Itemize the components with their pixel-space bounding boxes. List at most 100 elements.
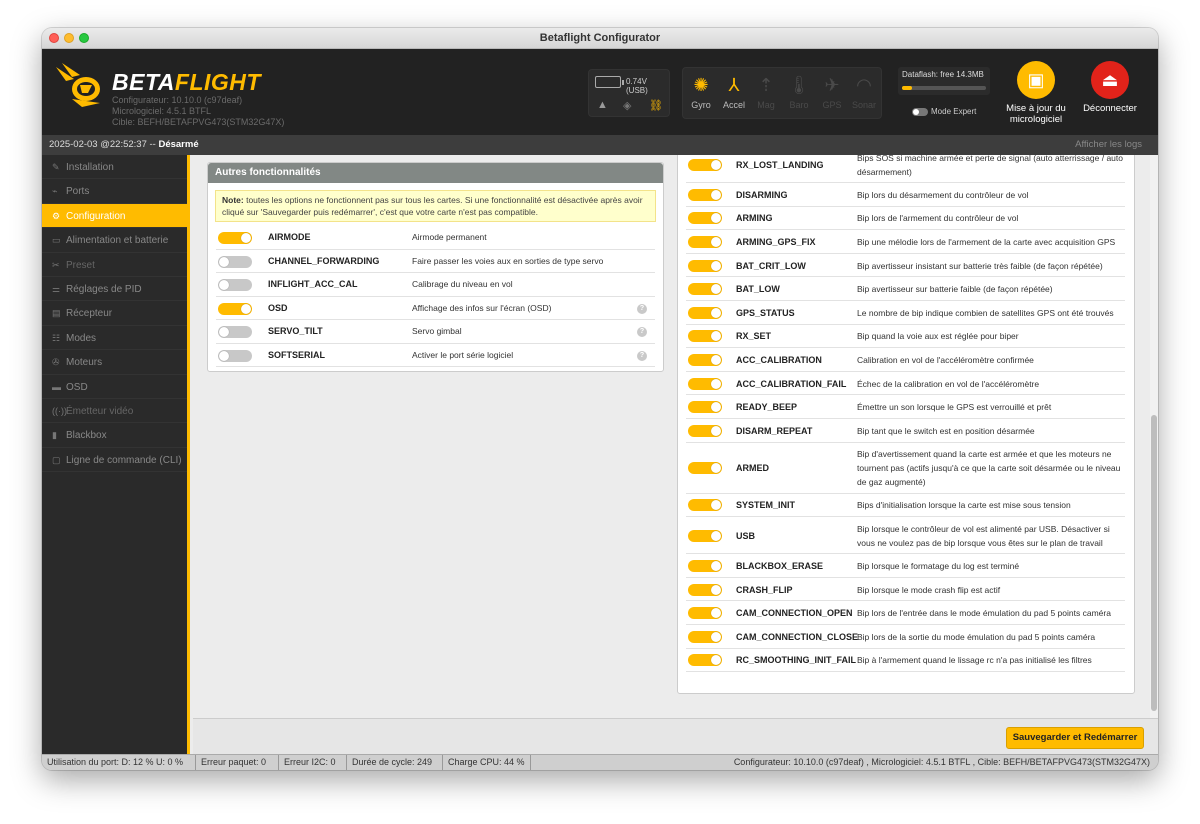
minimize-window-button[interactable]: [64, 33, 74, 43]
beeper-toggle[interactable]: [688, 283, 722, 296]
beeper-toggle[interactable]: [688, 212, 722, 225]
expert-mode-toggle[interactable]: Mode Expert: [912, 107, 976, 116]
firmware-update-button[interactable]: ▣ Mise à jour du micrologiciel: [996, 61, 1076, 125]
feature-toggle[interactable]: [218, 279, 252, 291]
beeper-row-acc-calibration-fail: ACC_CALIBRATION_FAIL Échec de la calibrat…: [686, 372, 1125, 396]
beeper-description: Bip à l'armement quand le lissage rc n'a…: [857, 655, 1092, 666]
beeper-row-system-init: SYSTEM_INIT Bips d'initialisation lorsque…: [686, 494, 1125, 518]
sidebar-item-power[interactable]: ▭ Alimentation et batterie: [42, 228, 187, 253]
beeper-toggle[interactable]: [688, 462, 722, 475]
beeper-row-acc-calibration: ACC_CALIBRATION Calibration en vol de l'a…: [686, 348, 1125, 372]
beeper-description: Bip lors de l'entrée dans le mode émulat…: [857, 608, 1111, 619]
beeper-row-crash-flip: CRASH_FLIP Bip lorsque le mode crash flip…: [686, 578, 1125, 602]
beeper-toggle[interactable]: [688, 158, 722, 171]
feature-toggle[interactable]: [218, 349, 252, 362]
disconnect-button[interactable]: ⏏ Déconnecter: [1070, 61, 1150, 114]
beeper-toggle[interactable]: [688, 529, 722, 542]
version-summary: Configurateur: 10.10.0 (c97deaf) , Micro…: [733, 757, 1150, 767]
zoom-window-button[interactable]: [79, 33, 89, 43]
sidebar-item-osd[interactable]: ▬ OSD: [42, 375, 187, 399]
sidebar-item-preset[interactable]: ✂ Preset: [42, 253, 187, 277]
beeper-name: DISARMING: [736, 189, 788, 200]
beeper-row-bat-crit-low: BAT_CRIT_LOW Bip avertisseur insistant su…: [686, 254, 1125, 278]
feature-row-softserial: SOFTSERIAL Activer le port série logiciel…: [216, 344, 655, 367]
sidebar-item-installation[interactable]: ✎ Installation: [42, 155, 187, 180]
beeper-toggle[interactable]: [688, 330, 722, 343]
expert-mode-switch[interactable]: [912, 107, 928, 116]
sidebar-item-receiver[interactable]: ▤ Récepteur: [42, 301, 187, 326]
feature-name: OSD: [268, 302, 288, 313]
beeper-description: Calibration en vol de l'accéléromètre co…: [857, 354, 1034, 365]
beeper-toggle[interactable]: [688, 259, 722, 272]
beeper-toggle[interactable]: [688, 353, 722, 366]
feature-name: SOFTSERIAL: [268, 349, 326, 360]
beeper-toggle[interactable]: [688, 583, 722, 596]
sidebar-item-configuration[interactable]: ⚙ Configuration: [42, 203, 187, 229]
gyro-sensor: ✺ Gyro: [685, 72, 717, 110]
feature-name: INFLIGHT_ACC_CAL: [268, 279, 358, 289]
beeper-toggle[interactable]: [688, 654, 722, 667]
beeper-row-disarming: DISARMING Bip lors du désarmement du cont…: [686, 183, 1125, 207]
window-title: Betaflight Configurator: [539, 32, 661, 44]
beeper-toggle[interactable]: [688, 235, 722, 248]
sidebar-item-ports[interactable]: ⌁ Ports: [42, 179, 187, 204]
beeper-toggle[interactable]: [688, 377, 722, 390]
beeper-row-rx-set: RX_SET Bip quand la voie aux est réglée p…: [686, 325, 1125, 349]
battery-icon: [595, 76, 624, 88]
configuration-content: Autres fonctionnalités Note: toutes les …: [193, 155, 1158, 718]
baro-icon: 🌡: [787, 75, 811, 95]
feature-description: Affichage des infos sur l'écran (OSD): [412, 302, 552, 313]
arm-state: Désarmé: [158, 139, 199, 150]
beeper-toggle[interactable]: [688, 559, 722, 572]
feature-row-servo-tilt: SERVO_TILT Servo gimbal?: [216, 320, 655, 344]
beeper-name: ACC_CALIBRATION: [736, 354, 822, 365]
i2c-error: Erreur I2C: 0: [279, 755, 347, 770]
beeper-toggle[interactable]: [688, 401, 722, 414]
feature-toggle[interactable]: [218, 326, 252, 338]
beeper-name: DISARM_REPEAT: [736, 425, 813, 436]
sidebar-item-vtx[interactable]: ((·))Émetteur vidéo: [42, 399, 187, 424]
sidebar-item-pid[interactable]: ⚌ Réglages de PID: [42, 277, 187, 302]
sidebar-item-blackbox[interactable]: ▮ Blackbox: [42, 423, 187, 448]
sidebar-item-cli[interactable]: ▢ Ligne de commande (CLI): [42, 448, 187, 473]
datetime: 2025-02-03 @22:52:37 --: [49, 139, 159, 150]
beeper-name: GPS_STATUS: [736, 307, 795, 318]
feature-name: SERVO_TILT: [268, 326, 323, 336]
baro-sensor: 🌡 Baro: [783, 72, 815, 110]
help-icon[interactable]: ?: [637, 327, 647, 337]
feature-description: Faire passer les voies aux en sorties de…: [412, 255, 604, 266]
terminal-icon: ▢: [52, 454, 61, 465]
content-scrollbar[interactable]: [1150, 155, 1158, 718]
modes-icon: ☷: [52, 332, 61, 343]
save-and-reboot-button[interactable]: Sauvegarder et Redémarrer: [1006, 727, 1144, 749]
beeper-toggle[interactable]: [688, 499, 722, 512]
beeper-row-usb: USB Bip lorsque le contrôleur de vol est …: [686, 517, 1125, 555]
close-window-button[interactable]: [49, 33, 59, 43]
preset-icon: ✂: [52, 259, 60, 270]
help-icon[interactable]: ?: [637, 303, 647, 314]
dataflash-status: Dataflash: free 14.3MB: [898, 67, 990, 95]
feature-toggle[interactable]: [218, 255, 252, 268]
beeper-toggle[interactable]: [688, 306, 722, 319]
help-icon[interactable]: ?: [637, 350, 647, 361]
gear-icon: ⚙: [52, 210, 61, 221]
feature-description: Servo gimbal: [412, 326, 462, 336]
link-icon: ⛓: [649, 100, 663, 112]
sidebar-item-motors[interactable]: ✇ Moteurs: [42, 350, 187, 375]
feature-toggle[interactable]: [218, 302, 252, 315]
beeper-name: ARMING: [736, 213, 773, 224]
beeper-name: ACC_CALIBRATION_FAIL: [736, 378, 847, 389]
beeper-toggle[interactable]: [688, 630, 722, 643]
status-line: 2025-02-03 @22:52:37 -- Désarmé Afficher…: [42, 135, 1158, 155]
beeper-row-arming: ARMING Bip lors de l'armement du contrôle…: [686, 207, 1125, 231]
firmware-version: Micrologiciel: 4.5.1 BTFL: [112, 106, 212, 116]
cpu-load: Charge CPU: 44 %: [443, 755, 531, 770]
scrollbar-thumb[interactable]: [1151, 415, 1157, 711]
beeper-description: Échec de la calibration en vol de l'accé…: [857, 378, 1040, 389]
beeper-toggle[interactable]: [688, 424, 722, 437]
feature-toggle[interactable]: [218, 232, 252, 244]
beeper-toggle[interactable]: [688, 607, 722, 620]
beeper-toggle[interactable]: [688, 188, 722, 201]
show-logs-link[interactable]: Afficher les logs: [1075, 135, 1142, 155]
sidebar-item-modes[interactable]: ☷ Modes: [42, 326, 187, 351]
